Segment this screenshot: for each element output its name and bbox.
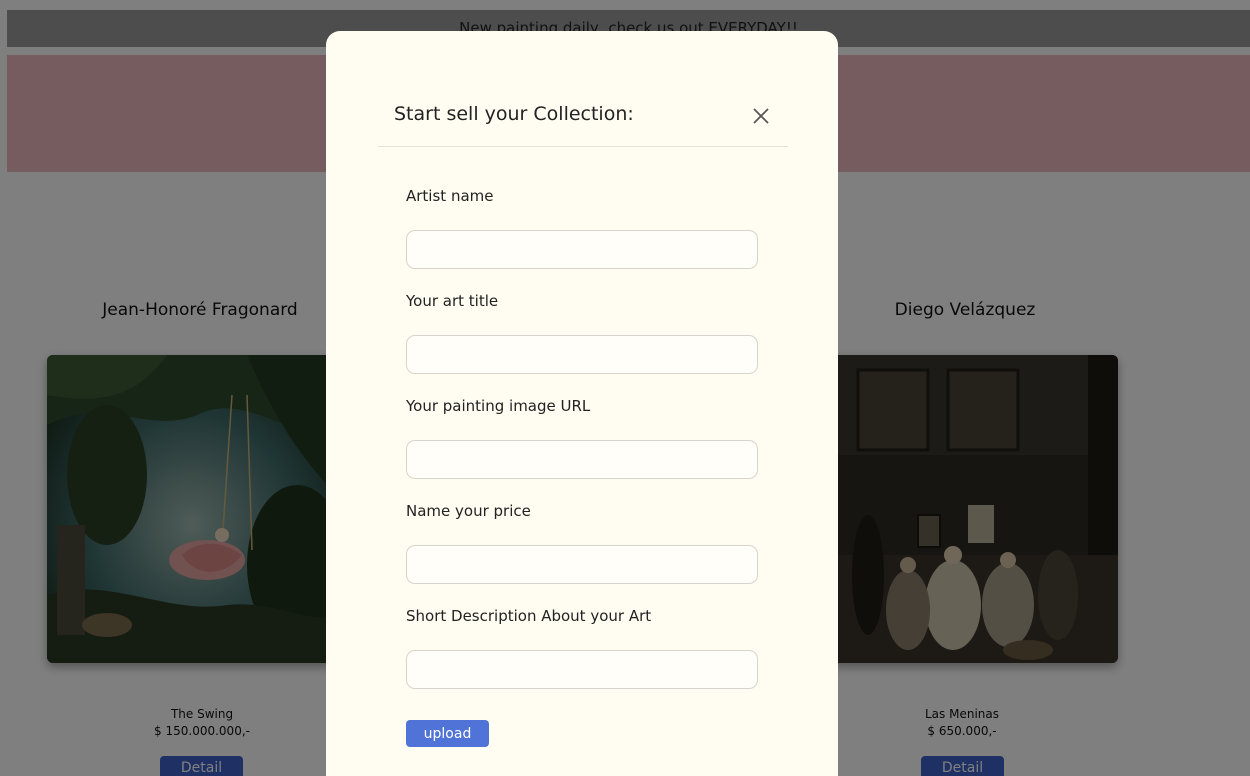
image-url-label: Your painting image URL: [406, 397, 591, 415]
description-label: Short Description About your Art: [406, 607, 652, 625]
price-input[interactable]: [406, 545, 758, 584]
description-input[interactable]: [406, 650, 758, 689]
art-title-input[interactable]: [406, 335, 758, 374]
image-url-input[interactable]: [406, 440, 758, 479]
artist-name-label: Artist name: [406, 187, 494, 205]
art-title-label: Your art title: [406, 292, 499, 310]
modal-title: Start sell your Collection:: [394, 103, 634, 125]
price-label: Name your price: [406, 502, 531, 520]
upload-button[interactable]: upload: [406, 720, 489, 747]
artist-name-input[interactable]: [406, 230, 758, 269]
sell-collection-modal: Start sell your Collection: Artist name …: [326, 31, 838, 776]
page: New painting daily, check us out EVERYDA…: [0, 0, 1250, 776]
modal-header-divider: [378, 146, 788, 147]
close-icon[interactable]: [750, 105, 772, 127]
